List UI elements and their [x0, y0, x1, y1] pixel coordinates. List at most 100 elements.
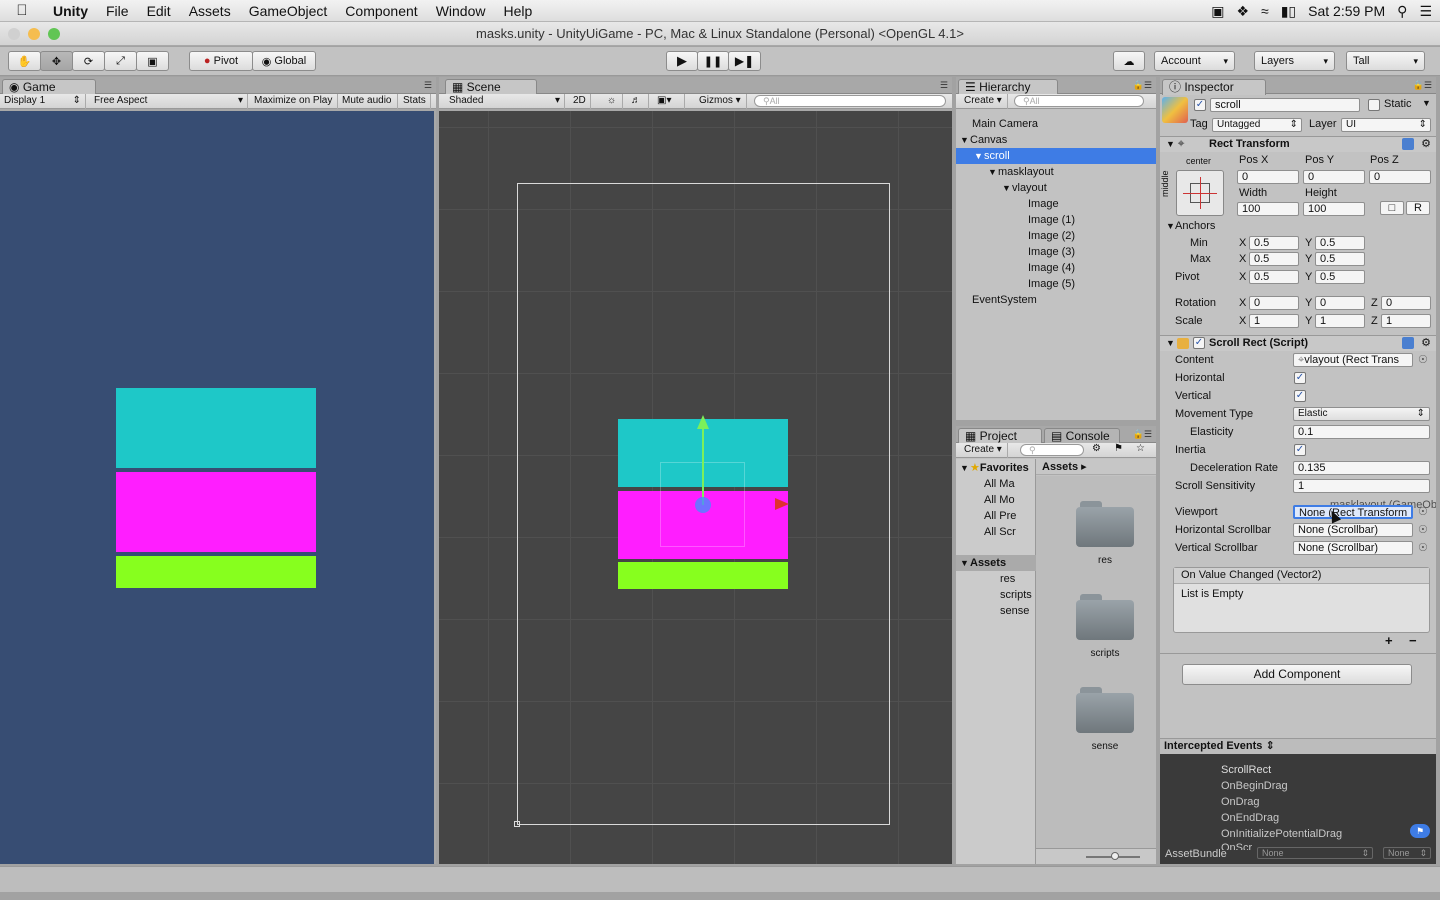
create-dropdown[interactable]: Create ▾	[960, 94, 1008, 109]
assets-breadcrumb[interactable]: Assets ▸	[1036, 459, 1156, 475]
create-dropdown[interactable]: Create ▾	[960, 443, 1008, 458]
tab-inspector[interactable]: ⓘ Inspector	[1162, 79, 1266, 95]
menu-window[interactable]: Window	[427, 3, 495, 19]
menu-gameobject[interactable]: GameObject	[240, 3, 337, 19]
tree-fav-all-prefabs[interactable]: All Pre	[956, 508, 1036, 524]
tab-scene[interactable]: ▦ Scene	[445, 79, 537, 95]
tag-icon[interactable]: ⚑	[1410, 824, 1430, 838]
canvas-corner-handle[interactable]	[514, 821, 520, 827]
anchor-min-y-field[interactable]: 0.5	[1315, 236, 1365, 250]
step-button[interactable]: ▶❚	[728, 51, 761, 71]
mute-audio-toggle[interactable]: Mute audio	[338, 94, 398, 109]
menu-edit[interactable]: Edit	[138, 3, 180, 19]
stats-toggle[interactable]: Stats	[399, 94, 431, 109]
hierarchy-item-image-3[interactable]: Image (3)	[956, 244, 1156, 260]
expand-triangle-icon[interactable]: ▼	[960, 132, 970, 148]
pivot-toggle[interactable]: ● Pivot	[189, 51, 253, 71]
filter-type-icon[interactable]: ⚙	[1092, 443, 1101, 454]
gameobject-name-field[interactable]: scroll	[1210, 98, 1360, 112]
account-dropdown[interactable]: Account	[1154, 51, 1235, 71]
hierarchy-item-image-5[interactable]: Image (5)	[956, 276, 1156, 292]
expand-triangle-icon[interactable]: ▼	[960, 555, 970, 571]
blueprint-mode-icon[interactable]: □	[1380, 201, 1404, 215]
clock[interactable]: Sat 2:59 PM	[1308, 3, 1385, 19]
play-button[interactable]: ▶	[666, 51, 698, 71]
width-field[interactable]: 100	[1237, 202, 1299, 216]
scene-view[interactable]	[439, 111, 952, 864]
anchor-max-y-field[interactable]: 0.5	[1315, 252, 1365, 266]
aspect-dropdown[interactable]: Free Aspect ▾	[90, 94, 248, 109]
content-object-field[interactable]: ⌖vlayout (Rect Trans	[1293, 353, 1413, 367]
anchor-max-x-field[interactable]: 0.5	[1249, 252, 1299, 266]
collapse-triangle-icon[interactable]: ▼	[1166, 336, 1175, 351]
shading-dropdown[interactable]: Shaded ▾	[445, 94, 565, 109]
pos-z-field[interactable]: 0	[1369, 170, 1431, 184]
remove-event-button[interactable]: −	[1409, 633, 1417, 648]
pause-button[interactable]: ❚❚	[697, 51, 729, 71]
static-checkbox[interactable]	[1368, 99, 1380, 111]
game-view[interactable]	[0, 111, 434, 864]
battery-icon[interactable]: ▮▯	[1281, 3, 1296, 20]
static-dropdown-icon[interactable]: ▼	[1422, 98, 1431, 108]
folder-res-icon[interactable]	[1076, 497, 1134, 547]
list-icon[interactable]: ☰	[1419, 3, 1432, 20]
scene-image-green[interactable]	[618, 562, 788, 589]
menu-file[interactable]: File	[97, 3, 138, 19]
rotation-y-field[interactable]: 0	[1315, 296, 1365, 310]
asset-zoom-thumb[interactable]	[1111, 852, 1119, 860]
folder-scripts-icon[interactable]	[1076, 590, 1134, 640]
add-event-button[interactable]: +	[1385, 633, 1393, 648]
hierarchy-item-canvas[interactable]: ▼Canvas	[956, 132, 1156, 148]
expand-triangle-icon[interactable]: ▼	[988, 164, 998, 180]
horizontal-checkbox[interactable]: ✓	[1294, 372, 1306, 384]
hand-tool-icon[interactable]: ✋	[8, 51, 41, 71]
maximize-on-play-toggle[interactable]: Maximize on Play	[250, 94, 338, 109]
rect-tool-icon[interactable]: ▣	[136, 51, 169, 71]
horizontal-scrollbar-field[interactable]: None (Scrollbar)	[1293, 523, 1413, 537]
global-toggle[interactable]: ◉ Global	[252, 51, 316, 71]
scroll-rect-enabled-checkbox[interactable]: ✓	[1193, 337, 1205, 349]
hierarchy-item-eventsystem[interactable]: EventSystem	[956, 292, 1156, 308]
rotation-x-field[interactable]: 0	[1249, 296, 1299, 310]
move-gizmo-y-axis[interactable]	[702, 427, 704, 505]
object-picker-icon[interactable]: ☉	[1418, 523, 1428, 536]
lighting-icon[interactable]: ☼	[603, 94, 623, 109]
object-picker-icon[interactable]: ☉	[1418, 541, 1428, 554]
elasticity-field[interactable]: 0.1	[1293, 425, 1430, 439]
dropbox-icon[interactable]: ❖	[1236, 3, 1249, 20]
tab-game[interactable]: ◉ Game	[2, 79, 96, 95]
help-book-icon[interactable]	[1402, 337, 1414, 349]
pivot-x-field[interactable]: 0.5	[1249, 270, 1299, 284]
wifi-icon[interactable]: ≈	[1261, 3, 1269, 19]
move-gizmo-y-arrow[interactable]	[697, 415, 709, 429]
layer-dropdown[interactable]: UI ⇕	[1341, 118, 1431, 132]
tag-dropdown[interactable]: Untagged ⇕	[1212, 118, 1302, 132]
pos-x-field[interactable]: 0	[1237, 170, 1299, 184]
project-search-input[interactable]: ⚲	[1020, 444, 1084, 456]
rotate-tool-icon[interactable]: ⟳	[72, 51, 105, 71]
scale-y-field[interactable]: 1	[1315, 314, 1365, 328]
tree-assets[interactable]: ▼Assets	[956, 555, 1036, 571]
anchor-presets-button[interactable]	[1176, 170, 1224, 216]
folder-sense-icon[interactable]	[1076, 683, 1134, 733]
hierarchy-item-image-4[interactable]: Image (4)	[956, 260, 1156, 276]
menu-app-unity[interactable]: Unity	[44, 3, 97, 19]
hierarchy-search-input[interactable]: ⚲All	[1014, 95, 1144, 107]
tab-project[interactable]: ▦ Project	[958, 428, 1042, 444]
tree-scripts[interactable]: scripts	[956, 587, 1036, 603]
hierarchy-item-image-2[interactable]: Image (2)	[956, 228, 1156, 244]
object-picker-icon[interactable]: ☉	[1418, 353, 1428, 366]
panel-menu-icon[interactable]: ☰	[424, 80, 432, 91]
scale-z-field[interactable]: 1	[1381, 314, 1431, 328]
pivot-y-field[interactable]: 0.5	[1315, 270, 1365, 284]
gear-icon[interactable]: ⚙	[1421, 336, 1431, 351]
assetbundle-variant-dropdown[interactable]: None ⇕	[1383, 847, 1431, 859]
tab-console[interactable]: ▤ Console	[1044, 428, 1120, 444]
panel-menu-icon[interactable]: ☰	[940, 80, 948, 91]
audio-icon[interactable]: ♬	[627, 94, 649, 109]
menu-assets[interactable]: Assets	[180, 3, 240, 19]
tree-favorites[interactable]: ▼★Favorites	[956, 460, 1036, 476]
hierarchy-item-vlayout[interactable]: ▼vlayout	[956, 180, 1156, 196]
zoom-window-icon[interactable]	[48, 28, 60, 40]
rotation-z-field[interactable]: 0	[1381, 296, 1431, 310]
